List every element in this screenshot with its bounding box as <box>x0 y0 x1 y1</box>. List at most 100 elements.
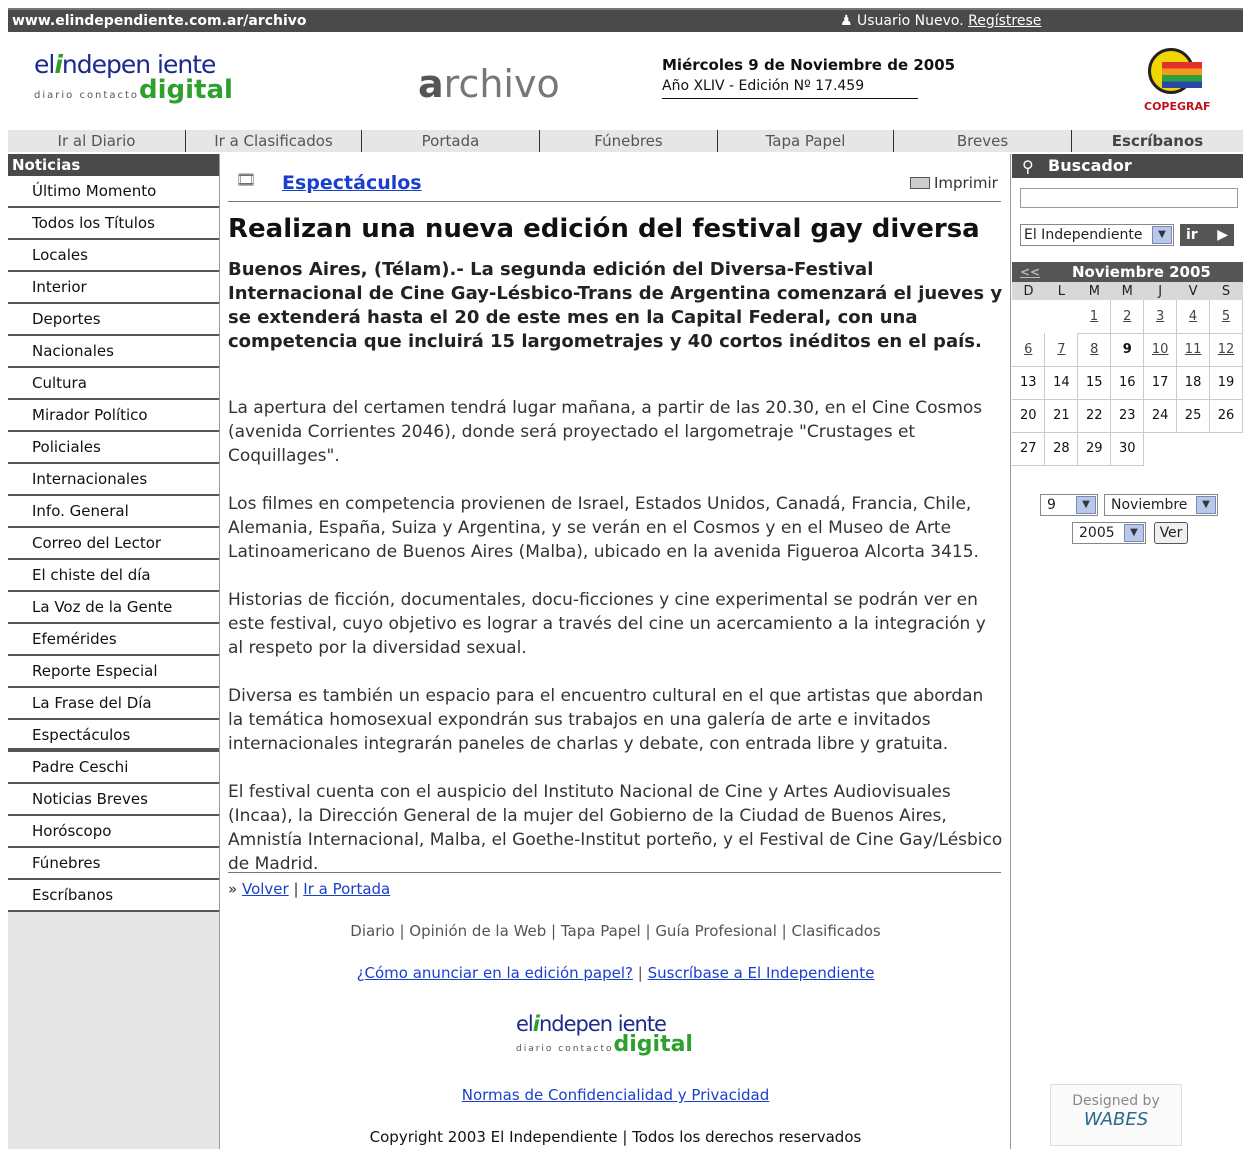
sponsor-logo[interactable]: COPEGRAF <box>1138 48 1211 118</box>
edition-date: Miércoles 9 de Noviembre de 2005 <box>662 56 956 74</box>
footer-logo[interactable]: elindepen iente diario contactodigital <box>516 1012 726 1072</box>
sidebar-item[interactable]: Último Momento <box>8 176 219 208</box>
nav-ir-al-diario[interactable]: Ir al Diario <box>8 130 186 152</box>
key-icon: ⚲ <box>1022 157 1034 176</box>
calendar-day: 13 <box>1012 366 1046 400</box>
calendar-day[interactable]: 10 <box>1143 333 1178 367</box>
subscribe-link[interactable]: Suscríbase a El Independiente <box>648 964 875 982</box>
back-link[interactable]: Volver <box>242 880 289 898</box>
register-link[interactable]: Regístrese <box>968 13 1041 29</box>
footer-link-opinion[interactable]: Opinión de la Web <box>409 922 546 940</box>
sidebar-item[interactable]: Internacionales <box>8 464 219 496</box>
calendar-month: Noviembre 2005 <box>1072 263 1211 281</box>
footer-link-tapa[interactable]: Tapa Papel <box>561 922 641 940</box>
sidebar-item[interactable]: Escríbanos <box>8 880 219 912</box>
calendar-day[interactable]: 11 <box>1176 333 1211 367</box>
privacy-link[interactable]: Normas de Confidencialidad y Privacidad <box>462 1086 770 1104</box>
sidebar-item[interactable]: Correo del Lector <box>8 528 219 560</box>
user-icon: ♟ <box>840 13 853 29</box>
sidebar-item[interactable]: Mirador Político <box>8 400 219 432</box>
site-url: www.elindependiente.com.ar/archivo <box>12 13 307 29</box>
article-lead: Buenos Aires, (Télam).- La segunda edici… <box>228 259 1003 352</box>
calendar-day-today: 9 <box>1110 333 1145 367</box>
calendar-day[interactable]: 4 <box>1176 300 1211 334</box>
sidebar-item[interactable]: Deportes <box>8 304 219 336</box>
calendar-day[interactable]: 5 <box>1209 300 1243 334</box>
calendar-prev-link[interactable]: << <box>1020 262 1040 282</box>
calendar-day[interactable]: 3 <box>1143 300 1178 334</box>
site-select[interactable]: El Independiente ▼ <box>1020 224 1174 246</box>
sidebar-item[interactable]: Locales <box>8 240 219 272</box>
nav-funebres[interactable]: Fúnebres <box>540 130 718 152</box>
ver-button[interactable]: Ver <box>1154 522 1188 544</box>
sidebar-item[interactable]: Reporte Especial <box>8 656 219 688</box>
chevron-down-icon: ▼ <box>1124 524 1144 542</box>
calendar-header: << Noviembre 2005 <box>1012 262 1243 282</box>
sidebar-item[interactable]: La Frase del Día <box>8 688 219 720</box>
footer-link-guia[interactable]: Guía Profesional <box>655 922 777 940</box>
printer-icon <box>910 177 930 189</box>
sidebar-item[interactable]: Info. General <box>8 496 219 528</box>
sidebar-item[interactable]: Espectáculos <box>8 720 219 752</box>
calendar-day: 25 <box>1176 399 1211 433</box>
section-link[interactable]: Espectáculos <box>282 172 422 194</box>
calendar-day[interactable]: 2 <box>1110 300 1145 334</box>
nav-escribanos[interactable]: Escríbanos <box>1072 130 1243 152</box>
archive-title: archivo <box>418 62 560 106</box>
calendar-day[interactable]: 1 <box>1077 300 1112 334</box>
nav-tapa-papel[interactable]: Tapa Papel <box>718 130 894 152</box>
calendar-day[interactable]: 8 <box>1077 333 1112 367</box>
footer-link-diario[interactable]: Diario <box>350 922 394 940</box>
calendar-day <box>1210 432 1243 465</box>
calendar-day: 26 <box>1209 399 1243 433</box>
sidebar-item[interactable]: Nacionales <box>8 336 219 368</box>
calendar-day <box>1045 300 1078 333</box>
sidebar-item[interactable]: Padre Ceschi <box>8 752 219 784</box>
calendar-day[interactable]: 7 <box>1044 333 1079 367</box>
search-header: ⚲ Buscador <box>1012 154 1243 178</box>
sidebar-item[interactable]: Interior <box>8 272 219 304</box>
nav-clasificados[interactable]: Ir a Clasificados <box>186 130 362 152</box>
search-input[interactable] <box>1020 188 1238 208</box>
sidebar-item[interactable]: Efemérides <box>8 624 219 656</box>
nav-portada[interactable]: Portada <box>362 130 540 152</box>
sidebar-item[interactable]: La Voz de la Gente <box>8 592 219 624</box>
calendar-day[interactable]: 12 <box>1209 333 1243 367</box>
calendar-day: 18 <box>1176 366 1211 400</box>
chevron-down-icon: ▼ <box>1196 496 1216 514</box>
designed-by-badge[interactable]: Designed by WABES <box>1050 1084 1182 1146</box>
sidebar-item[interactable]: Todos los Títulos <box>8 208 219 240</box>
sidebar-item[interactable]: Fúnebres <box>8 848 219 880</box>
day-select[interactable]: 9 ▼ <box>1040 494 1098 516</box>
calendar-day: 21 <box>1044 399 1079 433</box>
calendar-grid: D L M M J V S 1 2 3 4 5 6 7 8 9 10 11 12… <box>1012 282 1243 466</box>
site-logo[interactable]: elindepen iente diario contactodigital <box>34 50 274 120</box>
privacy-row: Normas de Confidencialidad y Privacidad <box>220 1086 1011 1104</box>
copyright: Copyright 2003 El Independiente | Todos … <box>369 1128 862 1146</box>
sidebar-item[interactable]: El chiste del día <box>8 560 219 592</box>
calendar: << Noviembre 2005 D L M M J V S 1 2 3 4 … <box>1012 262 1243 466</box>
main-nav: Ir al Diario Ir a Clasificados Portada F… <box>8 130 1243 152</box>
article-paragraph: La apertura del certamen tendrá lugar ma… <box>228 398 983 466</box>
edition-number: Año XLIV - Edición Nº 17.459 <box>662 78 865 94</box>
article-headline: Realizan una nueva edición del festival … <box>228 214 980 244</box>
sidebar-item[interactable]: Cultura <box>8 368 219 400</box>
calendar-day: 23 <box>1110 399 1145 433</box>
search-go-button[interactable]: ir ▶ <box>1180 224 1234 246</box>
weekday-label: M <box>1077 282 1111 300</box>
sidebar-item[interactable]: Policiales <box>8 432 219 464</box>
advertise-link[interactable]: ¿Cómo anunciar en la edición papel? <box>357 964 633 982</box>
sidebar-item[interactable]: Horóscopo <box>8 816 219 848</box>
month-select[interactable]: Noviembre ▼ <box>1104 494 1218 516</box>
user-area: ♟ Usuario Nuevo. Regístrese <box>840 13 1041 29</box>
sidebar-item[interactable]: Noticias Breves <box>8 784 219 816</box>
year-select[interactable]: 2005 ▼ <box>1072 522 1146 544</box>
calendar-day[interactable]: 6 <box>1012 333 1046 367</box>
article-body: La apertura del certamen tendrá lugar ma… <box>228 396 1003 900</box>
print-button[interactable]: Imprimir <box>910 174 998 192</box>
portada-link[interactable]: Ir a Portada <box>303 880 390 898</box>
footer-promo-links: ¿Cómo anunciar en la edición papel? | Su… <box>356 964 875 982</box>
nav-breves[interactable]: Breves <box>894 130 1072 152</box>
weekday-label: S <box>1209 282 1243 300</box>
footer-link-clasificados[interactable]: Clasificados <box>792 922 881 940</box>
